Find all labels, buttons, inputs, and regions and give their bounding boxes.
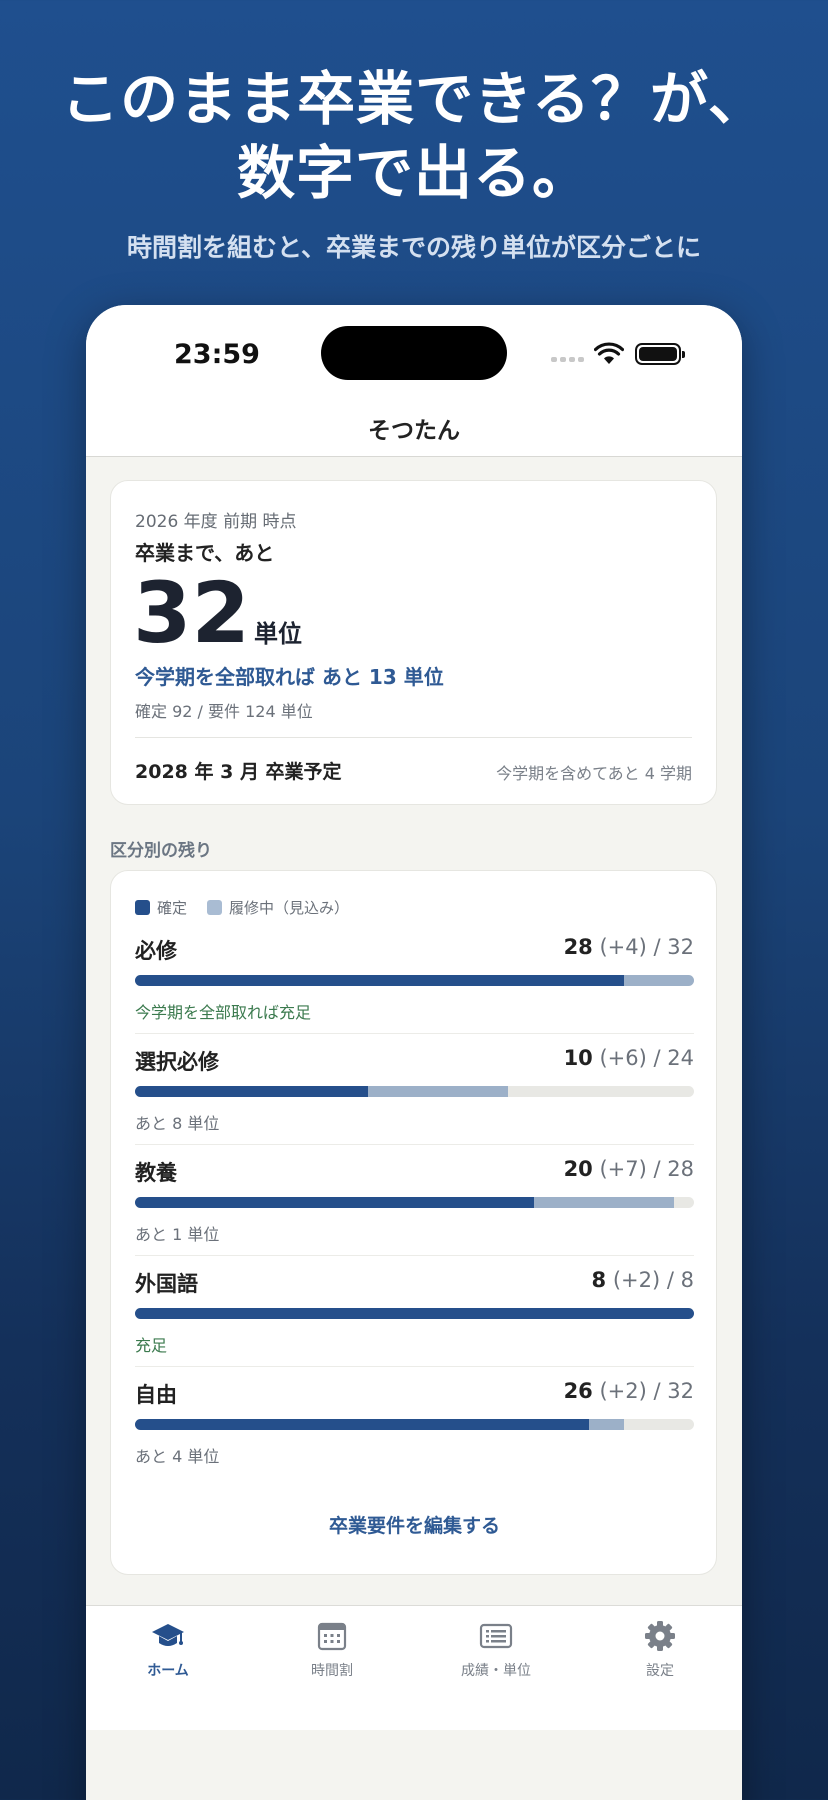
category-credits: 8 (+2) / 8 [591, 1268, 694, 1292]
tab-grades[interactable]: 成績・単位 [436, 1620, 556, 1680]
if-all-taken-text: 今学期を全部取れば あと 13 単位 [135, 665, 444, 689]
category-row: 外国語 8 (+2) / 8 充足 [135, 1268, 694, 1379]
in-progress-fill [589, 1419, 625, 1430]
tab-timetable[interactable]: 時間割 [272, 1620, 392, 1680]
row-divider [135, 1255, 694, 1256]
tab-bar: ホーム 時間割 成績・単位 設定 [86, 1605, 742, 1730]
tab-home[interactable]: ホーム [108, 1620, 228, 1680]
summary-card: 2026 年度 前期 時点 卒業まで、あと 32 単位 今学期を全部取れば あと… [110, 480, 717, 805]
category-note: あと 4 単位 [135, 1447, 220, 1466]
category-name: 選択必修 [135, 1050, 219, 1074]
credit-detail: 確定 92 / 要件 124 単位 [135, 702, 313, 721]
category-note: あと 8 単位 [135, 1114, 220, 1133]
breakdown-card: 確定 履修中（見込み） 必修 28 (+4) / 32 今学期を全部取れば充足 … [110, 870, 717, 1575]
category-row: 選択必修 10 (+6) / 24 あと 8 単位 [135, 1046, 694, 1157]
category-note: 今学期を全部取れば充足 [135, 1003, 312, 1022]
confirmed-fill [135, 975, 625, 986]
confirmed-fill [135, 1419, 590, 1430]
legend-confirmed: 確定 [135, 897, 187, 918]
in-progress-fill [367, 1086, 508, 1097]
graduation-date: 2028 年 3 月 卒業予定 [135, 761, 342, 783]
status-time: 23:59 [174, 339, 260, 370]
row-divider [135, 1144, 694, 1145]
legend-in-progress: 履修中（見込み） [207, 897, 349, 918]
progress-bar [135, 975, 694, 986]
graduation-cap-icon [152, 1624, 184, 1646]
phone-frame: 23:59 そつたん 2026 年度 前期 時点 卒業まで、あと 32 単位 今… [86, 305, 742, 1800]
gear-icon [645, 1621, 675, 1651]
tab-settings-label: 設定 [646, 1663, 674, 1679]
confirmed-fill [135, 1086, 368, 1097]
battery-icon [635, 343, 685, 365]
category-credits: 10 (+6) / 24 [563, 1046, 694, 1070]
row-divider [135, 1033, 694, 1034]
status-bar: 23:59 そつたん [86, 305, 742, 457]
list-icon [479, 1623, 513, 1649]
calendar-icon [317, 1622, 347, 1651]
category-row: 自由 26 (+2) / 32 あと 4 単位 [135, 1379, 694, 1490]
row-divider [135, 1366, 694, 1367]
remaining-credits: 32 [133, 564, 250, 662]
tab-home-label: ホーム [147, 1663, 189, 1679]
legend-confirmed-swatch [135, 900, 150, 915]
remaining-credits-unit: 単位 [254, 620, 302, 648]
category-credits: 28 (+4) / 32 [563, 935, 694, 959]
category-name: 外国語 [135, 1272, 198, 1296]
hero-title-line2: 数字で出る。 [236, 139, 591, 207]
summary-lead: 卒業まで、あと [135, 541, 275, 565]
tab-timetable-label: 時間割 [311, 1663, 353, 1679]
dynamic-island [321, 326, 507, 380]
wifi-icon [594, 342, 624, 364]
cellular-signal-icon [551, 357, 584, 362]
legend-confirmed-label: 確定 [157, 899, 188, 917]
progress-bar [135, 1419, 694, 1430]
legend: 確定 履修中（見込み） [135, 897, 349, 918]
category-row: 教養 20 (+7) / 28 あと 1 単位 [135, 1157, 694, 1268]
legend-in-progress-swatch [207, 900, 223, 915]
nav-title: そつたん [368, 418, 460, 444]
category-credits: 20 (+7) / 28 [563, 1157, 694, 1181]
progress-bar [135, 1197, 694, 1208]
category-note: あと 1 単位 [135, 1225, 220, 1244]
in-progress-fill [534, 1197, 675, 1208]
hero-subtitle: 時間割を組むと、卒業までの残り単位が区分ごとに [126, 233, 701, 262]
confirmed-fill [135, 1308, 694, 1319]
legend-in-progress-label: 履修中（見込み） [229, 899, 350, 917]
category-credits: 26 (+2) / 32 [563, 1379, 694, 1403]
hero-title-line1: このまま卒業できる？が、 [61, 65, 767, 133]
hero-title: このまま卒業できる？が、 数字で出る。 [0, 62, 828, 210]
in-progress-fill [624, 975, 694, 986]
confirmed-fill [135, 1197, 535, 1208]
edit-requirements-link[interactable]: 卒業要件を編集する [111, 1511, 718, 1538]
progress-bar [135, 1308, 694, 1319]
category-note: 充足 [135, 1336, 168, 1355]
category-row: 必修 28 (+4) / 32 今学期を全部取れば充足 [135, 935, 694, 1046]
category-name: 自由 [135, 1383, 177, 1407]
section-label: 区分別の残り [110, 841, 212, 861]
summary-term: 2026 年度 前期 時点 [135, 512, 297, 532]
progress-bar [135, 1086, 694, 1097]
tab-grades-label: 成績・単位 [461, 1663, 531, 1679]
terms-remaining: 今学期を含めてあと 4 学期 [496, 764, 692, 783]
category-name: 教養 [135, 1161, 177, 1185]
category-name: 必修 [135, 939, 177, 963]
summary-divider [135, 737, 692, 738]
tab-settings[interactable]: 設定 [600, 1620, 720, 1680]
